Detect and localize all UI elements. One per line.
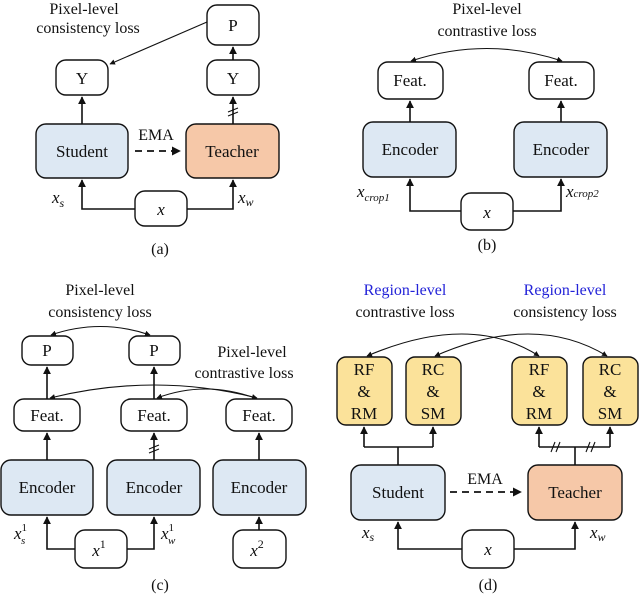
panel-d-student-rf-line1: RF: [354, 360, 375, 379]
method-comparison-figure: Pixel-level consistency loss P Y Y Stude…: [0, 1, 639, 594]
panel-b-encoder-left-label: Encoder: [382, 140, 439, 159]
panel-c-mid-input-label: x1 w: [160, 522, 176, 547]
panel-a-student-input-label: xs: [51, 188, 65, 210]
panel-d: Region-level contrastive loss Region-lev…: [336, 282, 639, 594]
panel-c-consistency-arrow: [50, 326, 151, 337]
panel-c-encoder-right-label: Encoder: [231, 478, 288, 497]
panel-c-encoder-mid-label: Encoder: [126, 478, 183, 497]
panel-c-prediction-mid-label: P: [149, 341, 158, 360]
panel-d-teacher-rc-line1: RC: [599, 360, 622, 379]
panel-d-teacher-input-label: xw: [589, 523, 606, 544]
panel-c-consistency-label-line1: Pixel-level: [65, 282, 135, 299]
panel-d-student-input-label: xs: [361, 523, 375, 544]
panel-c-consistency-label-line2: consistency loss: [48, 304, 152, 321]
panel-d-contrastive-label-line2: contrastive loss: [355, 304, 454, 321]
panel-a-prediction-label: P: [228, 16, 237, 35]
panel-a-student-label: Student: [56, 142, 108, 161]
panel-d-teacher-input-arrow: [514, 521, 579, 550]
panel-b-encoder-right-label: Encoder: [533, 140, 590, 159]
panel-d-student-rf-line2: &: [357, 382, 370, 401]
panel-d-student-rc-line2: &: [426, 382, 439, 401]
panel-d-consistency-arrow: [434, 333, 608, 357]
panel-d-consistency-label-line1: Region-level: [524, 282, 607, 299]
panel-d-student-label: Student: [372, 483, 424, 502]
panel-c-contrastive-label-line1: Pixel-level: [217, 344, 287, 361]
panel-a-teacher-label: Teacher: [205, 142, 259, 161]
panel-b-right-input-label: xcrop2: [565, 182, 599, 201]
panel-d-caption: (d): [479, 577, 498, 594]
panel-d-student-rf-line3: RM: [351, 404, 377, 423]
panel-a-loss-label-line1: Pixel-level: [49, 1, 119, 18]
panel-a-student-input-arrow: [78, 179, 135, 210]
panel-d-teacher-rf-line3: RM: [526, 404, 552, 423]
panel-c-left-input-label: x1 s: [13, 522, 27, 547]
panel-d-ema-label: EMA: [467, 471, 503, 488]
panel-d-student-rc-line1: RC: [422, 360, 445, 379]
panel-c-caption: (c): [151, 577, 169, 594]
panel-d-teacher-rc-line2: &: [603, 382, 616, 401]
panel-c-input1-mid-arrow: [127, 516, 158, 550]
panel-a-loss-label-line2: consistency loss: [36, 20, 140, 37]
panel-d-student-input-arrow: [394, 521, 462, 550]
panel-a-input-label: x: [156, 200, 165, 219]
panel-a-ema-label: EMA: [138, 127, 174, 144]
panel-b-left-input-label: xcrop1: [356, 182, 390, 204]
panel-d-teacher-label: Teacher: [548, 483, 602, 502]
panel-c-contrastive-arrow-inner: [156, 388, 256, 399]
panel-b-caption: (b): [478, 237, 497, 254]
panel-b-feat-right-label: Feat.: [544, 71, 578, 90]
panel-b-loss-label-line2: contrastive loss: [437, 23, 536, 40]
panel-a-student-output-label: Y: [76, 69, 88, 88]
panel-d-contrastive-arrow: [366, 333, 540, 357]
panel-a: Pixel-level consistency loss P Y Y Stude…: [35, 1, 280, 258]
panel-b: Pixel-level contrastive loss Feat. Feat.…: [356, 1, 608, 254]
panel-b-input-label: x: [482, 203, 491, 222]
panel-b-contrastive-arrow: [410, 48, 563, 63]
panel-b-loss-label-line1: Pixel-level: [452, 1, 522, 18]
panel-d-input-label: x: [483, 540, 492, 559]
panel-c-feat-mid-label: Feat.: [137, 406, 171, 425]
panel-d-teacher-rf-line2: &: [532, 382, 545, 401]
panel-c-feat-left-label: Feat.: [30, 406, 64, 425]
panel-d-student-rc-line3: SM: [421, 404, 446, 423]
panel-a-caption: (a): [151, 241, 169, 258]
panel-c-encoder-left-label: Encoder: [19, 478, 76, 497]
panel-a-teacher-input-label: xw: [237, 188, 254, 209]
panel-c-contrastive-label-line2: contrastive loss: [194, 365, 293, 382]
panel-b-left-input-arrow: [406, 178, 461, 212]
panel-c: Pixel-level consistency loss P P Pixel-l…: [0, 282, 307, 594]
panel-c-feat-right-label: Feat.: [242, 406, 276, 425]
panel-a-teacher-input-arrow: [187, 179, 237, 210]
panel-b-right-input-arrow: [513, 178, 565, 212]
panel-d-consistency-label-line2: consistency loss: [513, 304, 617, 321]
panel-c-prediction-left-label: P: [42, 341, 51, 360]
panel-d-contrastive-label-line1: Region-level: [364, 282, 447, 299]
panel-c-input1-left-arrow: [43, 516, 75, 550]
panel-a-teacher-output-label: Y: [227, 69, 239, 88]
panel-d-teacher-rf-line1: RF: [529, 360, 550, 379]
panel-d-teacher-rc-line3: SM: [598, 404, 623, 423]
panel-b-feat-left-label: Feat.: [393, 71, 427, 90]
